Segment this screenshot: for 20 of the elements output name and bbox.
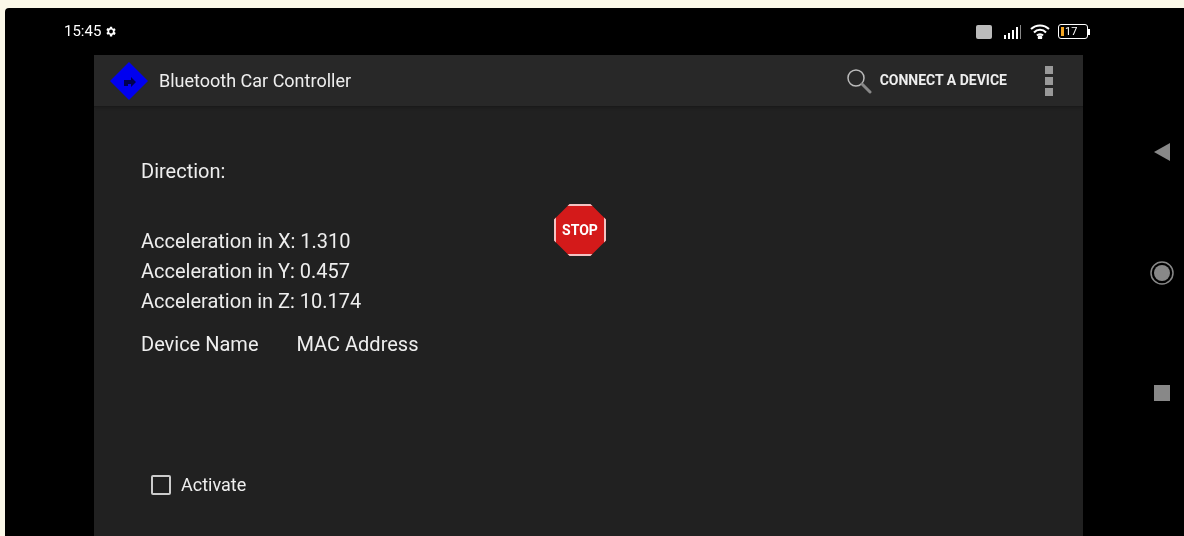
battery-indicator: 17 bbox=[1058, 24, 1090, 39]
column-header: MAC Address bbox=[296, 331, 419, 358]
app-title: Bluetooth Car Controller bbox=[159, 69, 352, 93]
wifi-icon bbox=[1030, 24, 1050, 39]
app-logo-icon bbox=[110, 61, 148, 100]
activate-checkbox[interactable] bbox=[151, 474, 171, 495]
acceleration-reading: Acceleration in X: 1.310 bbox=[141, 228, 351, 255]
column-header: Device Name bbox=[141, 331, 259, 358]
direction-label: Direction: bbox=[141, 158, 227, 185]
acceleration-reading: Acceleration in Y: 0.457 bbox=[141, 258, 351, 285]
activate-label: Activate bbox=[181, 473, 247, 497]
overflow-menu-icon[interactable] bbox=[1045, 65, 1053, 96]
connect-device-button[interactable]: CONNECT A DEVICE bbox=[845, 67, 1007, 94]
back-icon[interactable] bbox=[1154, 143, 1170, 161]
gear-icon bbox=[104, 25, 118, 38]
home-icon[interactable] bbox=[1150, 261, 1174, 285]
stop-sign-icon: STOP bbox=[554, 204, 606, 256]
acceleration-reading: Acceleration in Z: 10.174 bbox=[141, 288, 362, 315]
search-icon bbox=[845, 67, 872, 94]
clock: 15:45 bbox=[64, 21, 102, 43]
